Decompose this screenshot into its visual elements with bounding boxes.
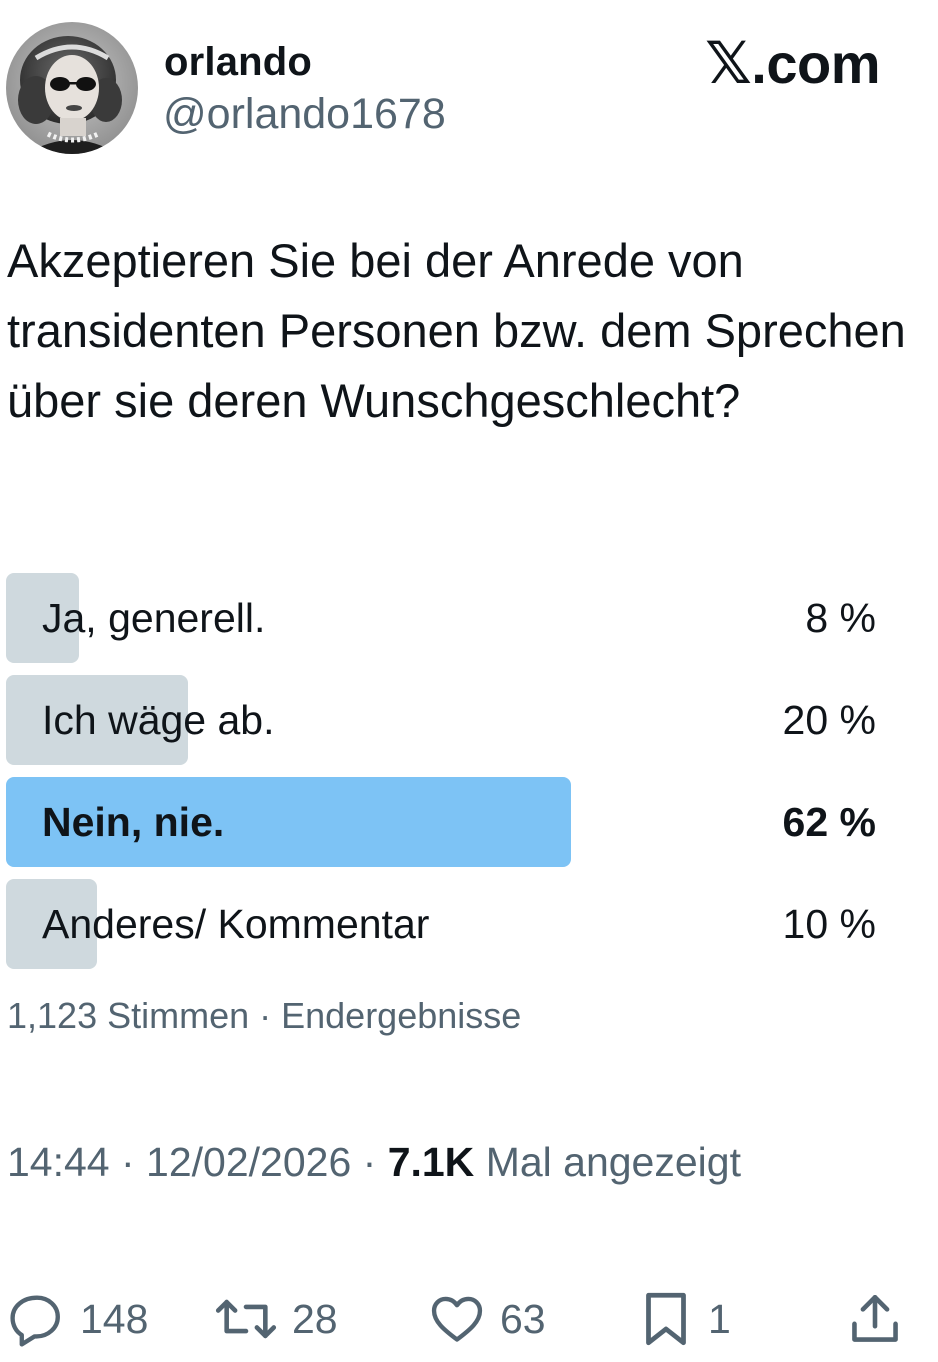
reply-icon: [10, 1295, 60, 1347]
tweet-date[interactable]: 12/02/2026: [146, 1139, 351, 1185]
separator: ·: [351, 1139, 388, 1185]
avatar[interactable]: [6, 22, 138, 154]
poll-option: Ja, generell. 8 %: [6, 573, 876, 663]
action-bar: 148 28 63 1: [0, 1284, 938, 1354]
reply-count: 148: [80, 1296, 149, 1342]
poll-option: Ich wäge ab. 20 %: [6, 675, 876, 765]
avatar-image: [6, 22, 138, 154]
reply-button[interactable]: 148: [8, 1284, 148, 1354]
poll-option: Anderes/ Kommentar 10 %: [6, 879, 876, 969]
brand-domain: .com: [751, 32, 880, 95]
share-button[interactable]: [846, 1284, 904, 1354]
poll-option-winner: Nein, nie. 62 %: [6, 777, 876, 867]
heart-icon: [431, 1296, 483, 1342]
poll-option-label: Nein, nie.: [42, 799, 225, 845]
poll-option-label: Anderes/ Kommentar: [42, 901, 430, 947]
view-count-label: Mal angezeigt: [474, 1139, 741, 1185]
author-handle[interactable]: @orlando1678: [163, 88, 446, 140]
author-display-name[interactable]: orlando: [164, 38, 312, 86]
poll-option-percent: 10 %: [782, 901, 876, 947]
bookmark-button[interactable]: 1: [638, 1284, 731, 1354]
like-button[interactable]: 63: [428, 1284, 546, 1354]
poll: Ja, generell. 8 % Ich wäge ab. 20 % Nein…: [6, 573, 876, 981]
poll-meta: 1,123 Stimmen · Endergebnisse: [7, 995, 522, 1036]
tweet-text: Akzeptieren Sie bei der Anrede von trans…: [7, 234, 906, 427]
view-count[interactable]: 7.1K: [388, 1139, 475, 1185]
separator: ·: [109, 1139, 147, 1185]
tweet-time[interactable]: 14:44: [7, 1139, 110, 1185]
tweet-timestamp: 14:44 · 12/02/2026 · 7.1K Mal angezeigt: [7, 1136, 741, 1188]
brand-logo: 𝕏.com: [705, 30, 880, 97]
share-icon: [852, 1294, 898, 1342]
poll-option-percent: 8 %: [805, 595, 876, 641]
poll-option-label: Ja, generell.: [42, 595, 266, 641]
x-logo-icon: 𝕏: [705, 29, 752, 97]
poll-option-percent: 20 %: [782, 697, 876, 743]
like-count: 63: [500, 1296, 546, 1342]
poll-option-percent: 62 %: [782, 799, 876, 845]
poll-option-label: Ich wäge ab.: [42, 697, 275, 743]
repost-button[interactable]: 28: [214, 1284, 338, 1354]
bookmark-count: 1: [708, 1296, 731, 1342]
bookmark-icon: [646, 1292, 686, 1346]
repost-count: 28: [292, 1296, 338, 1342]
repost-icon: [215, 1299, 277, 1339]
